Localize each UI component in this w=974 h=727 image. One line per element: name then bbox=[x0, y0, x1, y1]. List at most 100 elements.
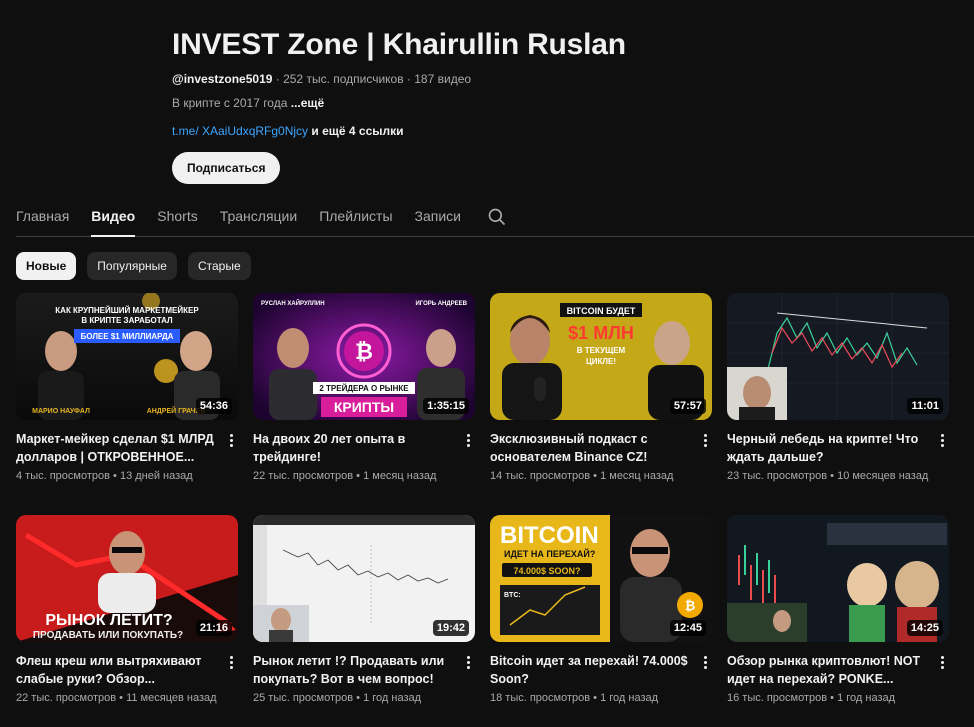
thumb-text: В КРИПТЕ ЗАРАБОТАЛ bbox=[81, 316, 173, 325]
thumb-text: ИГОРЬ АНДРЕЕВ bbox=[415, 301, 467, 307]
video-views: 25 тыс. просмотров bbox=[253, 692, 354, 704]
thumb-text: ЦИКЛЕ! bbox=[586, 357, 616, 366]
video-views: 22 тыс. просмотров bbox=[253, 470, 354, 482]
video-card: BITCOIN ИДЕТ НА ПЕРЕХАЙ? 74.000$ SOON? B… bbox=[490, 515, 712, 727]
video-duration: 21:16 bbox=[195, 620, 232, 636]
video-views: 23 тыс. просмотров bbox=[727, 470, 828, 482]
video-thumbnail[interactable]: ₿ РУСЛАН ХАЙРУЛЛИН ИГОРЬ АНДРЕЕВ 2 ТРЕЙД… bbox=[253, 293, 475, 420]
video-card: 11:01 Черный лебедь на крипте! Что ждать… bbox=[727, 293, 949, 505]
svg-text:₿: ₿ bbox=[685, 598, 696, 613]
video-duration: 54:36 bbox=[195, 398, 232, 414]
chip-oldest[interactable]: Старые bbox=[187, 252, 251, 280]
thumb-text: $1 МЛН bbox=[568, 323, 634, 343]
video-title[interactable]: Обзор рынка криптовлют! NOT идет на пере… bbox=[727, 652, 932, 688]
video-age: 1 месяц назад bbox=[363, 470, 437, 482]
video-age: 1 месяц назад bbox=[600, 470, 674, 482]
thumb-text: ИДЕТ НА ПЕРЕХАЙ? bbox=[504, 548, 595, 559]
tab-home[interactable]: Главная bbox=[16, 200, 69, 236]
video-thumbnail[interactable]: BITCOIN БУДЕТ $1 МЛН В ТЕКУЩЕМ ЦИКЛЕ! 57… bbox=[490, 293, 712, 420]
subscribe-button[interactable]: Подписаться bbox=[172, 152, 281, 184]
thumb-text: БОЛЕЕ $1 МИЛЛИАРДА bbox=[81, 332, 174, 341]
video-thumbnail[interactable]: 14:25 bbox=[727, 515, 949, 642]
video-meta: 25 тыс. просмотров • 1 год назад bbox=[253, 692, 422, 704]
thumb-text: РЫНОК ЛЕТИТ? bbox=[45, 612, 172, 629]
more-links[interactable]: и ещё 4 ссылки bbox=[308, 124, 403, 138]
video-views: 4 тыс. просмотров bbox=[16, 470, 110, 482]
thumb-text: BITCOIN bbox=[500, 522, 599, 549]
more-options-icon[interactable] bbox=[935, 653, 949, 671]
thumb-text: МАРИО НАУФАЛ bbox=[32, 408, 90, 415]
video-meta: 16 тыс. просмотров • 1 год назад bbox=[727, 692, 896, 704]
tab-videos[interactable]: Видео bbox=[91, 200, 135, 237]
more-options-icon[interactable] bbox=[461, 431, 475, 449]
video-thumbnail[interactable]: РЫНОК ЛЕТИТ? ПРОДАВАТЬ ИЛИ ПОКУПАТЬ? 21:… bbox=[16, 515, 238, 642]
svg-text:₿: ₿ bbox=[355, 339, 373, 364]
video-age: 10 месяцев назад bbox=[837, 470, 929, 482]
channel-handle: @investzone5019 bbox=[172, 72, 273, 86]
video-title[interactable]: Эксклюзивный подкаст с основателем Binan… bbox=[490, 430, 695, 466]
channel-stats: · 252 тыс. подписчиков · 187 видео bbox=[272, 72, 472, 86]
description-more[interactable]: ...ещё bbox=[291, 96, 324, 110]
video-age: 11 месяцев назад bbox=[126, 692, 217, 704]
thumb-text: ПРОДАВАТЬ ИЛИ ПОКУПАТЬ? bbox=[33, 630, 183, 641]
video-card: BITCOIN БУДЕТ $1 МЛН В ТЕКУЩЕМ ЦИКЛЕ! 57… bbox=[490, 293, 712, 505]
video-title[interactable]: Флеш креш или вытряхивают слабые руки? О… bbox=[16, 652, 221, 688]
video-meta: 14 тыс. просмотров • 1 месяц назад bbox=[490, 470, 674, 482]
chip-popular[interactable]: Популярные bbox=[87, 252, 177, 280]
video-thumbnail[interactable]: BITCOIN ИДЕТ НА ПЕРЕХАЙ? 74.000$ SOON? B… bbox=[490, 515, 712, 642]
more-options-icon[interactable] bbox=[224, 653, 238, 671]
video-age: 1 год назад bbox=[363, 692, 422, 704]
channel-tabs: Главная Видео Shorts Трансляции Плейлист… bbox=[16, 200, 974, 237]
channel-description[interactable]: В крипте с 2017 года ...ещё bbox=[172, 96, 626, 110]
more-options-icon[interactable] bbox=[698, 431, 712, 449]
video-duration: 57:57 bbox=[669, 398, 706, 414]
channel-title: INVEST Zone | Khairullin Ruslan bbox=[172, 28, 626, 61]
thumb-text: РУСЛАН ХАЙРУЛЛИН bbox=[261, 299, 325, 307]
thumb-text: 74.000$ SOON? bbox=[513, 566, 580, 576]
video-title[interactable]: Маркет-мейкер сделал $1 МЛРД долларов | … bbox=[16, 430, 221, 466]
video-duration: 14:25 bbox=[906, 620, 943, 636]
video-meta: 4 тыс. просмотров • 13 дней назад bbox=[16, 470, 193, 482]
more-options-icon[interactable] bbox=[461, 653, 475, 671]
more-options-icon[interactable] bbox=[224, 431, 238, 449]
video-thumbnail[interactable]: КАК КРУПНЕЙШИЙ МАРКЕТМЕЙКЕР В КРИПТЕ ЗАР… bbox=[16, 293, 238, 420]
video-views: 22 тыс. просмотров bbox=[16, 692, 117, 704]
video-title[interactable]: На двоих 20 лет опыта в трейдинге! bbox=[253, 430, 458, 466]
tab-live[interactable]: Трансляции bbox=[220, 200, 297, 236]
description-text: В крипте с 2017 года bbox=[172, 96, 288, 110]
tab-playlists[interactable]: Плейлисты bbox=[319, 200, 392, 236]
thumb-text: КРИПТЫ bbox=[334, 399, 394, 415]
more-options-icon[interactable] bbox=[935, 431, 949, 449]
channel-meta: @investzone5019 · 252 тыс. подписчиков ·… bbox=[172, 72, 626, 86]
video-views: 18 тыс. просмотров bbox=[490, 692, 591, 704]
video-card: РЫНОК ЛЕТИТ? ПРОДАВАТЬ ИЛИ ПОКУПАТЬ? 21:… bbox=[16, 515, 238, 727]
video-duration: 11:01 bbox=[907, 398, 943, 414]
video-meta: 18 тыс. просмотров • 1 год назад bbox=[490, 692, 659, 704]
video-title[interactable]: Рынок летит !? Продавать или покупать? В… bbox=[253, 652, 458, 688]
thumb-text: КАК КРУПНЕЙШИЙ МАРКЕТМЕЙКЕР bbox=[55, 306, 199, 315]
video-duration: 1:35:15 bbox=[423, 398, 469, 414]
thumb-text: BTC: bbox=[504, 592, 521, 599]
video-card: 14:25 Обзор рынка криптовлют! NOT идет н… bbox=[727, 515, 949, 727]
channel-header: INVEST Zone | Khairullin Ruslan @investz… bbox=[172, 28, 626, 184]
video-views: 14 тыс. просмотров bbox=[490, 470, 591, 482]
video-title[interactable]: Черный лебедь на крипте! Что ждать дальш… bbox=[727, 430, 932, 466]
tab-posts[interactable]: Записи bbox=[415, 200, 461, 236]
video-card: КАК КРУПНЕЙШИЙ МАРКЕТМЕЙКЕР В КРИПТЕ ЗАР… bbox=[16, 293, 238, 505]
thumb-text: 2 ТРЕЙДЕРА О РЫНКЕ bbox=[319, 384, 409, 393]
video-grid: КАК КРУПНЕЙШИЙ МАРКЕТМЕЙКЕР В КРИПТЕ ЗАР… bbox=[16, 293, 949, 727]
search-icon[interactable] bbox=[487, 207, 507, 227]
video-card: ₿ РУСЛАН ХАЙРУЛЛИН ИГОРЬ АНДРЕЕВ 2 ТРЕЙД… bbox=[253, 293, 475, 505]
video-title[interactable]: Bitcoin идет за перехай! 74.000$ Soon? bbox=[490, 652, 695, 688]
video-thumbnail[interactable]: 11:01 bbox=[727, 293, 949, 420]
video-age: 1 год назад bbox=[837, 692, 896, 704]
sort-chips: Новые Популярные Старые bbox=[16, 252, 251, 280]
thumb-text: BITCOIN БУДЕТ bbox=[567, 306, 636, 316]
video-views: 16 тыс. просмотров bbox=[727, 692, 828, 704]
chip-newest[interactable]: Новые bbox=[16, 252, 77, 280]
more-options-icon[interactable] bbox=[698, 653, 712, 671]
tab-shorts[interactable]: Shorts bbox=[157, 200, 197, 236]
video-meta: 22 тыс. просмотров • 11 месяцев назад bbox=[16, 692, 217, 704]
video-thumbnail[interactable]: 19:42 bbox=[253, 515, 475, 642]
telegram-link[interactable]: t.me/ XAaiUdxqRFg0Njcy bbox=[172, 124, 308, 138]
